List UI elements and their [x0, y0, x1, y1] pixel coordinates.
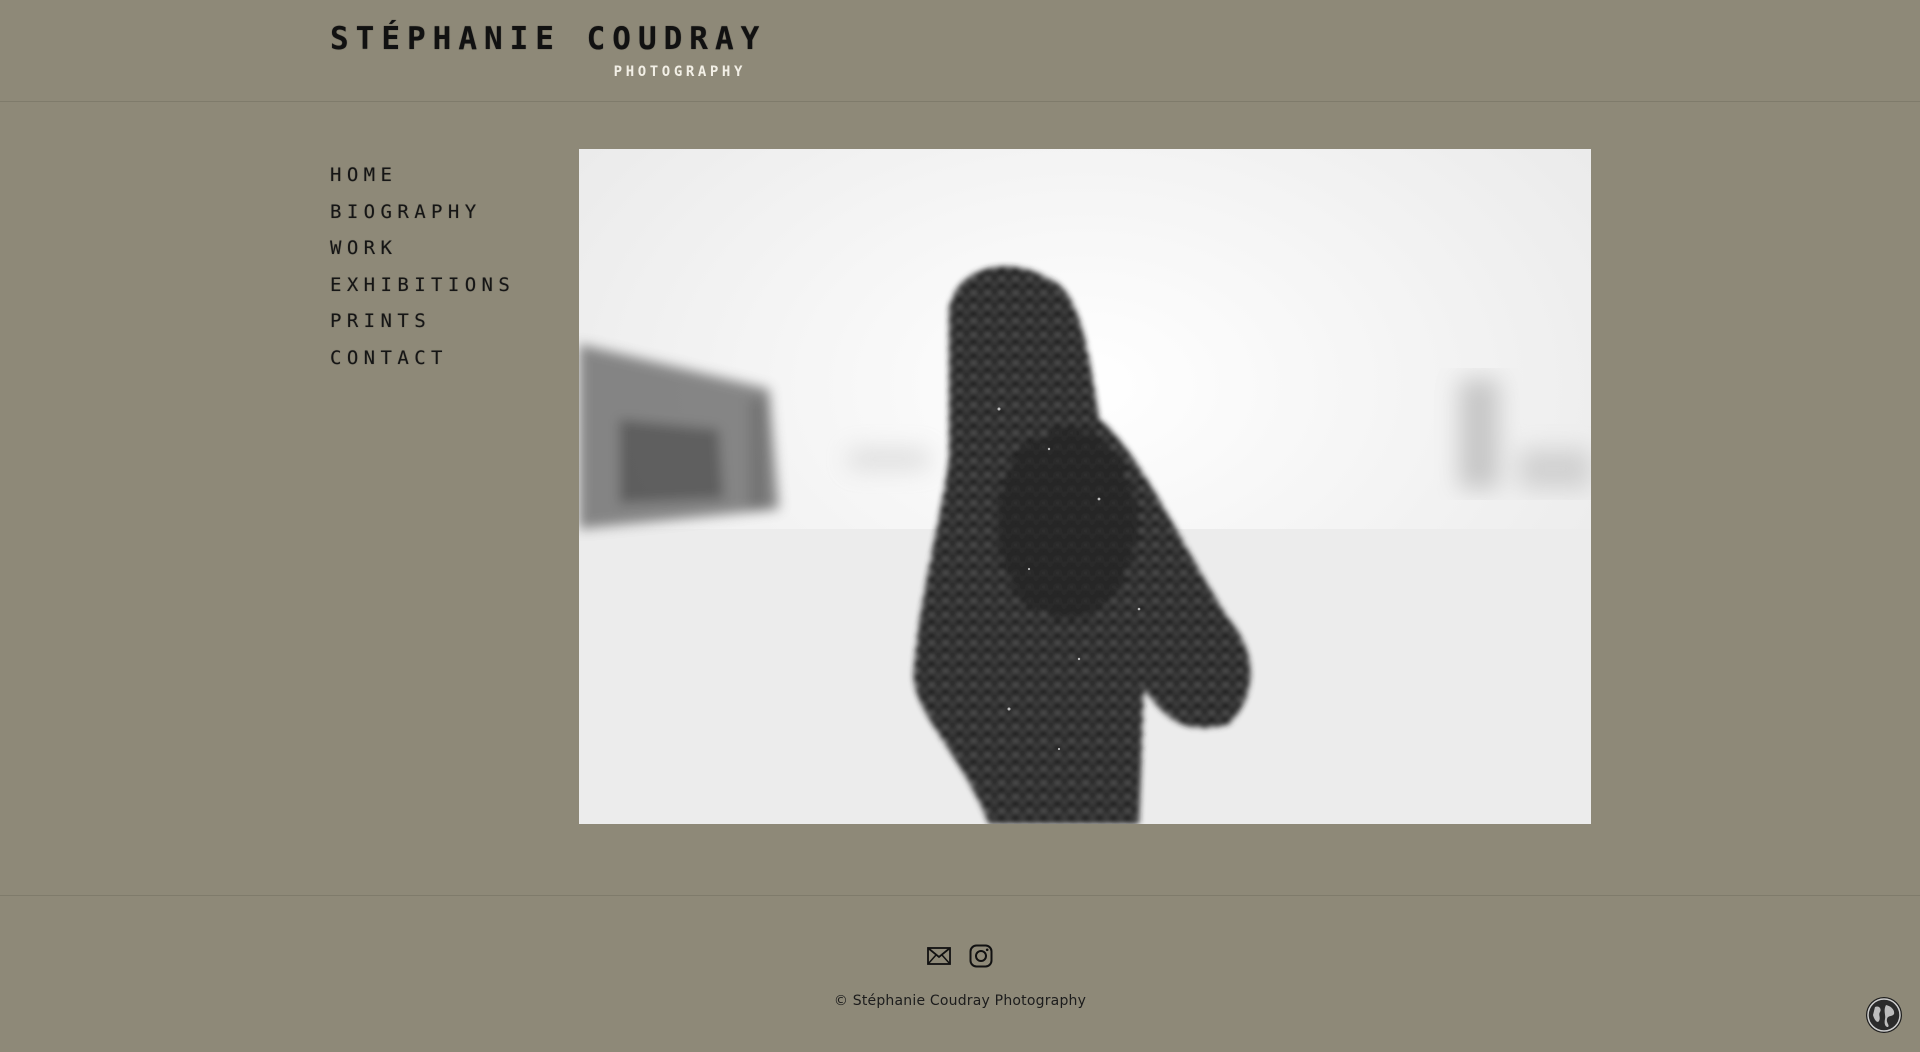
nav-item: HOME — [330, 160, 560, 197]
featured-photo — [579, 149, 1591, 824]
nav-link-contact[interactable]: CONTACT — [330, 343, 448, 373]
nav-item: EXHIBITIONS — [330, 270, 560, 307]
logo-subtitle: PHOTOGRAPHY — [613, 64, 746, 80]
social-links — [0, 943, 1920, 969]
instagram-icon[interactable] — [968, 943, 994, 969]
site-header: STÉPHANIE COUDRAY PHOTOGRAPHY — [0, 0, 1920, 102]
nav-item: PRINTS — [330, 306, 560, 343]
main-nav: HOME BIOGRAPHY WORK EXHIBITIONS PRINTS C… — [330, 160, 560, 380]
nav-link-work[interactable]: WORK — [330, 233, 397, 263]
copyright-text: © Stéphanie Coudray Photography — [833, 993, 1087, 1009]
nav-link-home[interactable]: HOME — [330, 160, 397, 190]
nav-item: BIOGRAPHY — [330, 197, 560, 234]
nav-link-exhibitions[interactable]: EXHIBITIONS — [330, 270, 515, 300]
footer-divider — [0, 895, 1920, 896]
logo-name: STÉPHANIE COUDRAY — [330, 21, 767, 57]
site-logo[interactable]: STÉPHANIE COUDRAY PHOTOGRAPHY — [330, 14, 767, 84]
nav-link-biography[interactable]: BIOGRAPHY — [330, 197, 482, 227]
email-icon[interactable] — [926, 943, 952, 969]
globe-icon[interactable] — [1866, 997, 1902, 1033]
nav-link-prints[interactable]: PRINTS — [330, 306, 431, 336]
photo-hooded-figure-in-snow — [579, 149, 1591, 824]
nav-item: WORK — [330, 233, 560, 270]
nav-item: CONTACT — [330, 343, 560, 380]
